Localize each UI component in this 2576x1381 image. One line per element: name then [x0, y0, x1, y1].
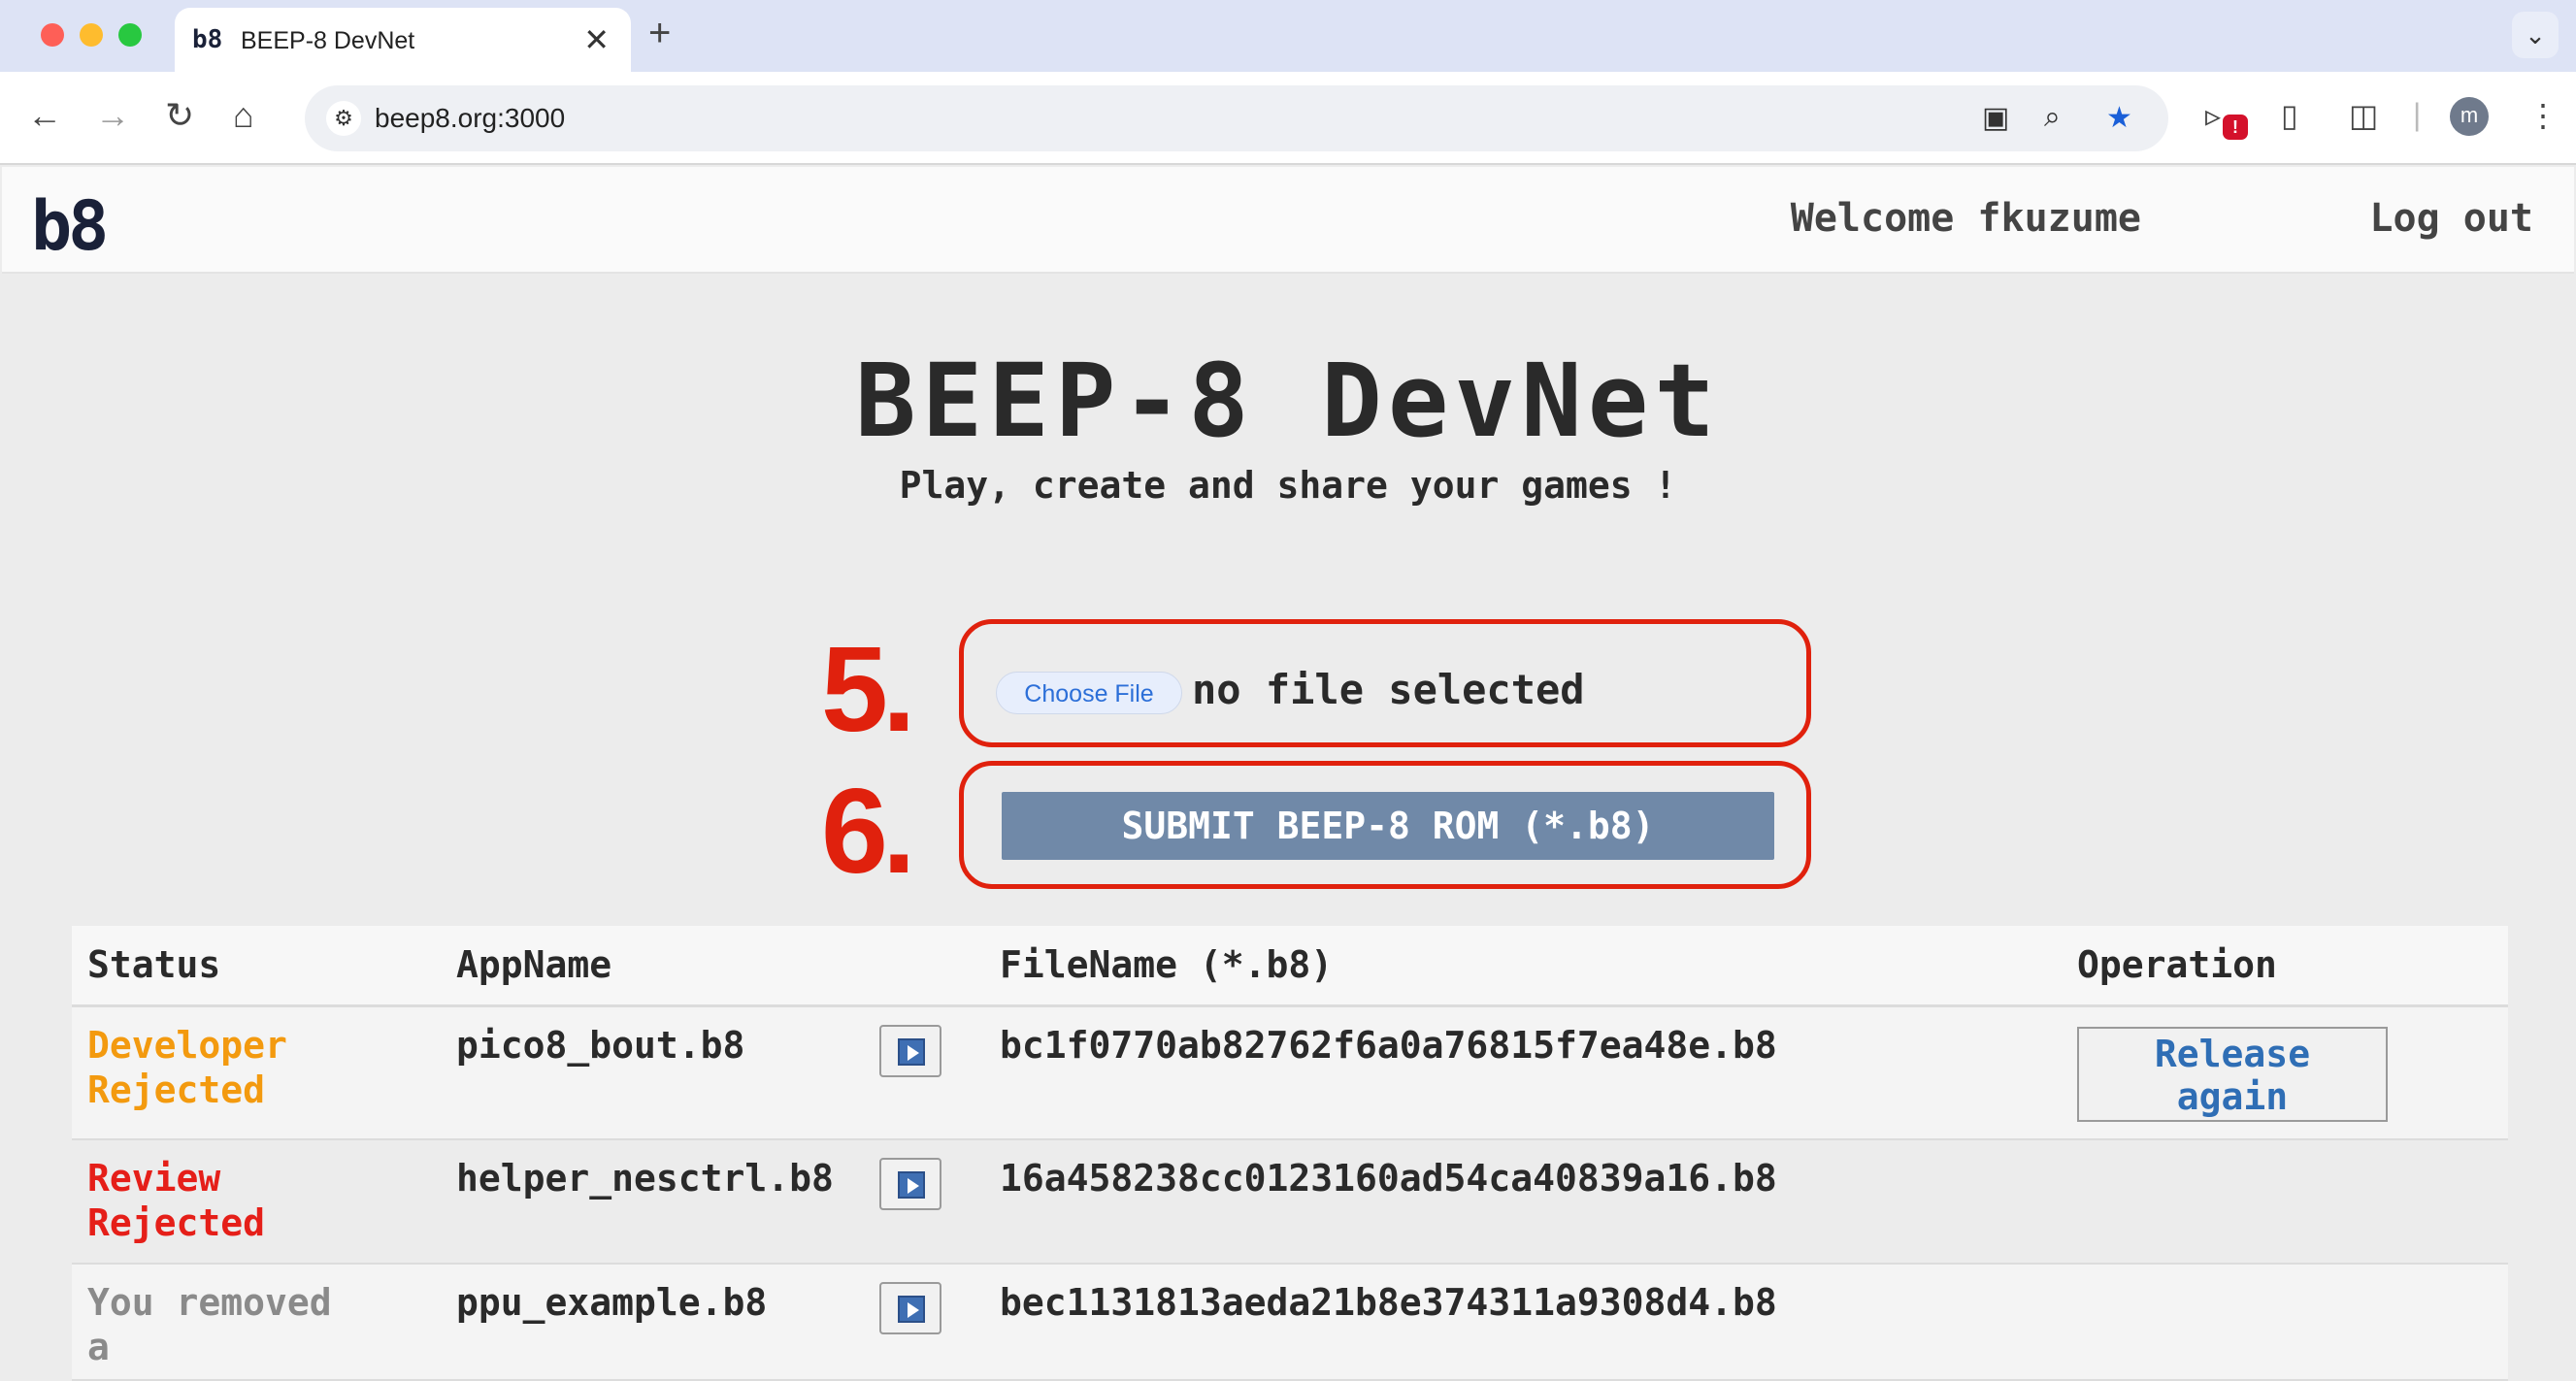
- extension-badge: !: [2223, 115, 2248, 140]
- page-title: BEEP-8 DevNet: [855, 342, 1721, 460]
- puzzle-icon[interactable]: ◫: [2349, 97, 2378, 134]
- zoom-icon[interactable]: ⌕: [2044, 101, 2061, 134]
- browser-tab-bar: b8 BEEP-8 DevNet ✕ + ⌄: [0, 0, 2576, 72]
- col-status: Status: [72, 926, 441, 1007]
- play-button[interactable]: [879, 1158, 941, 1210]
- avatar[interactable]: m: [2450, 97, 2489, 136]
- browser-tab[interactable]: b8 BEEP-8 DevNet ✕: [175, 8, 631, 72]
- address-bar[interactable]: ⚙ beep8.org:3000 ▣ ⌕ ★: [305, 85, 2168, 151]
- minimize-window-icon[interactable]: [80, 23, 103, 47]
- status-text: Review: [87, 1157, 221, 1200]
- new-tab-icon[interactable]: +: [648, 12, 671, 55]
- table-header-row: Status AppName FileName (*.b8) Operation: [72, 926, 2508, 1007]
- translate-icon[interactable]: ▣: [1982, 101, 2009, 135]
- bookmark-star-icon[interactable]: ★: [2106, 101, 2132, 135]
- browser-toolbar: ← → ↻ ⌂ ⚙ beep8.org:3000 ▣ ⌕ ★ ▹ ! ▯ ◫ |…: [0, 72, 2576, 165]
- reload-icon[interactable]: ↻: [165, 95, 194, 136]
- status-text: Developer: [87, 1023, 287, 1067]
- appname-cell: pico8_bout.b8: [441, 1005, 984, 1140]
- site-header: b8 Welcome fkuzume Log out: [2, 167, 2574, 274]
- welcome-text: Welcome fkuzume: [1790, 196, 2141, 241]
- page-subtitle: Play, create and share your games !: [899, 464, 1677, 507]
- menu-icon[interactable]: ⋮: [2527, 97, 2559, 134]
- play-icon: [898, 1171, 925, 1199]
- forward-icon[interactable]: →: [95, 95, 130, 136]
- url-text[interactable]: beep8.org:3000: [375, 103, 565, 134]
- appname-cell: ppu_example.b8: [441, 1264, 984, 1381]
- filename-text: bec1131813aeda21b8e374311a9308d4.b8: [984, 1264, 2062, 1381]
- play-icon: [898, 1037, 925, 1066]
- filename-text: 16a458238cc0123160ad54ca40839a16.b8: [984, 1139, 2062, 1265]
- close-window-icon[interactable]: [41, 23, 64, 47]
- status-cell: You removed a: [72, 1264, 441, 1381]
- maximize-window-icon[interactable]: [118, 23, 142, 47]
- appname-text: ppu_example.b8: [456, 1281, 768, 1324]
- mouse-icon[interactable]: ▯: [2281, 97, 2298, 134]
- release-again-button[interactable]: Release again: [2077, 1026, 2388, 1122]
- extension-icon[interactable]: ▹: [2205, 97, 2221, 134]
- tab-close-icon[interactable]: ✕: [583, 21, 610, 58]
- col-filename: FileName (*.b8): [984, 926, 2062, 1007]
- operation-cell: [2062, 1264, 2508, 1381]
- submit-rom-button[interactable]: SUBMIT BEEP-8 ROM (*.b8): [1002, 792, 1774, 860]
- col-appname: AppName: [441, 926, 984, 1007]
- tab-title: BEEP-8 DevNet: [241, 27, 415, 54]
- table-row: Developer Rejected pico8_bout.b8 bc1f077…: [72, 1005, 2508, 1140]
- appname-cell: helper_nesctrl.b8: [441, 1139, 984, 1265]
- favicon-icon: b8: [192, 25, 223, 54]
- logout-link[interactable]: Log out: [2369, 196, 2533, 241]
- operation-cell: [2062, 1139, 2508, 1265]
- status-cell: Review Rejected: [72, 1139, 441, 1265]
- status-text: Rejected: [87, 1068, 266, 1111]
- col-operation: Operation: [2062, 926, 2508, 1007]
- filename-text: bc1f0770ab82762f6a0a76815f7ea48e.b8: [984, 1005, 2062, 1140]
- status-text: a: [87, 1326, 110, 1368]
- status-cell: Developer Rejected: [72, 1005, 441, 1140]
- file-status-text: no file selected: [1192, 666, 1585, 713]
- step-6-label: 6.: [821, 765, 915, 899]
- home-icon[interactable]: ⌂: [233, 95, 254, 136]
- play-button[interactable]: [879, 1024, 941, 1077]
- status-text: Rejected: [87, 1201, 266, 1244]
- site-logo[interactable]: b8: [31, 192, 109, 260]
- appname-text: helper_nesctrl.b8: [456, 1157, 834, 1200]
- rom-table: Status AppName FileName (*.b8) Operation…: [72, 926, 2508, 1381]
- table-row: Review Rejected helper_nesctrl.b8 16a458…: [72, 1139, 2508, 1265]
- tab-search-icon[interactable]: ⌄: [2512, 12, 2559, 58]
- step-5-label: 5.: [821, 623, 915, 757]
- status-text: You removed: [87, 1281, 332, 1324]
- site-info-icon[interactable]: ⚙: [326, 101, 361, 136]
- appname-text: pico8_bout.b8: [456, 1023, 745, 1067]
- play-icon: [898, 1296, 925, 1323]
- operation-cell: Release again: [2062, 1005, 2508, 1140]
- back-icon[interactable]: ←: [27, 95, 62, 136]
- table-row: You removed a ppu_example.b8 bec1131813a…: [72, 1264, 2508, 1381]
- choose-file-button[interactable]: Choose File: [996, 672, 1182, 714]
- play-button[interactable]: [879, 1282, 941, 1334]
- toolbar-divider: |: [2413, 97, 2422, 132]
